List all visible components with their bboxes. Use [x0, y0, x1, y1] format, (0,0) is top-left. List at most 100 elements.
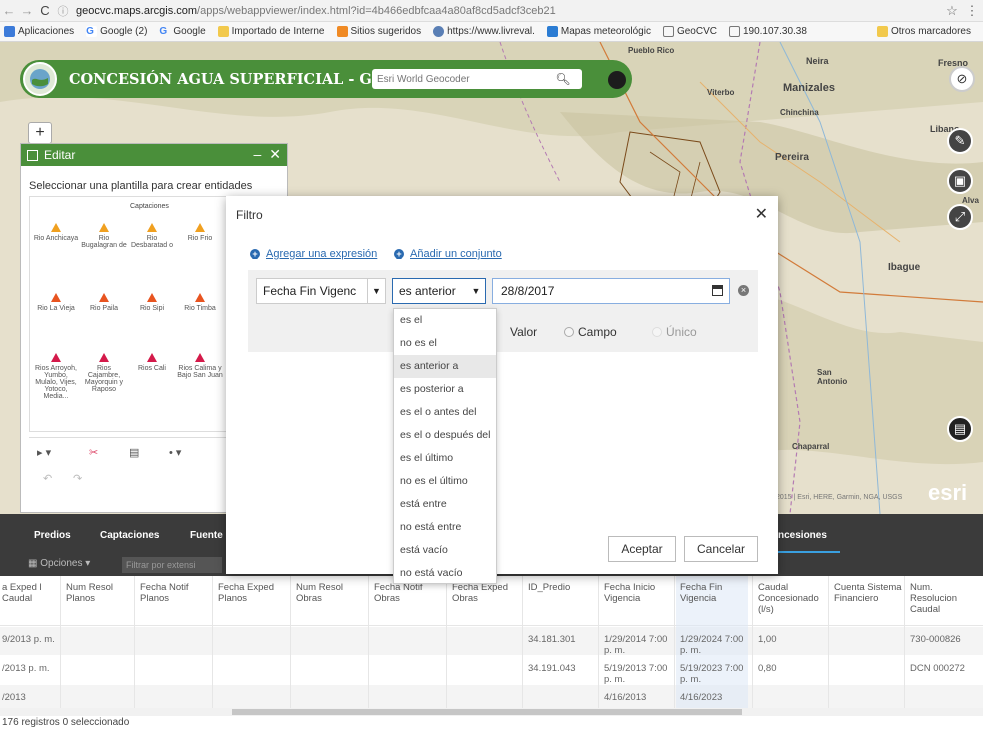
column-header[interactable]: Fecha Fin Vigencia	[680, 582, 750, 604]
scrollbar-thumb[interactable]	[232, 709, 742, 715]
column-header[interactable]: Fecha Inicio Vigencia	[604, 582, 674, 604]
triangle-icon	[51, 353, 61, 362]
calendar-icon[interactable]	[712, 285, 723, 296]
tab-captaciones[interactable]: Captaciones	[100, 530, 159, 541]
close-icon[interactable]: ✕	[755, 204, 768, 224]
table-row[interactable]	[0, 627, 983, 655]
column-header[interactable]: Fecha Exped Planos	[218, 582, 288, 604]
column-header[interactable]: Cuenta Sistema Financiero	[834, 582, 904, 604]
bookmark-ip[interactable]: 190.107.30.38	[728, 26, 807, 37]
layers-icon[interactable]: ▣	[947, 168, 973, 194]
column-header[interactable]: ID_Predio	[528, 582, 598, 593]
redo-icon[interactable]: ↷	[73, 472, 82, 485]
attachment-icon[interactable]: ✂	[89, 446, 98, 459]
template-item[interactable]: Rios Calima y Bajo San Juan	[176, 353, 224, 379]
template-item[interactable]: Rio La Vieja	[32, 293, 80, 312]
column-header[interactable]: Caudal Concesionado (l/s)	[758, 582, 828, 615]
column-header[interactable]: a Exped l Caudal	[2, 582, 72, 604]
add-set-link[interactable]: + Añadir un conjunto	[394, 248, 502, 260]
template-item[interactable]: Rios Arroyoh, Yumbo, Mulalo, Vijes, Yoto…	[32, 353, 80, 400]
bookmark-apps[interactable]: Aplicaciones	[4, 26, 74, 37]
search-icon[interactable]: 🔍︎	[552, 72, 574, 86]
operator-option[interactable]: es el último	[394, 447, 496, 470]
radio-valor[interactable]: Valor	[510, 325, 537, 339]
template-item[interactable]: Rio Frio	[176, 223, 224, 242]
field-select[interactable]: Fecha Fin Vigenc ▼	[256, 278, 386, 304]
operator-option[interactable]: no está entre	[394, 516, 496, 539]
bookmark-livreval[interactable]: https://www.livreval.	[433, 26, 535, 37]
bookmark-weather[interactable]: Mapas meteorológic	[546, 26, 651, 37]
measure-icon[interactable]: ⤢	[947, 204, 973, 230]
tab-fuente[interactable]: Fuente	[190, 530, 223, 541]
hide-eye-icon[interactable]: ⊘	[949, 66, 975, 92]
tab-predios[interactable]: Predios	[34, 530, 71, 541]
edit-pencil-icon[interactable]: ✎	[947, 128, 973, 154]
table-row[interactable]	[0, 685, 983, 708]
table-icon[interactable]: ▤	[947, 416, 973, 442]
triangle-icon	[195, 293, 205, 302]
share-link-icon[interactable]	[608, 71, 626, 89]
horizontal-scrollbar[interactable]	[0, 708, 983, 716]
template-item[interactable]: Rios Cali	[128, 353, 176, 372]
bookmark-others[interactable]: Otros marcadores	[870, 26, 971, 37]
date-input[interactable]: 28/8/2017	[492, 278, 730, 304]
table-row[interactable]	[0, 656, 983, 684]
back-icon[interactable]: ←	[0, 2, 18, 20]
operator-option[interactable]: no es el	[394, 332, 496, 355]
template-item[interactable]: Rio Bugalagran de	[80, 223, 128, 249]
operator-option[interactable]: está entre	[394, 493, 496, 516]
radio-unico[interactable]: Único	[652, 325, 697, 339]
close-icon[interactable]: ✕	[269, 146, 281, 162]
operator-option[interactable]: es el o después del	[394, 424, 496, 447]
column-header[interactable]: Num. Resolucion Caudal	[910, 582, 980, 615]
undo-icon[interactable]: ↶	[43, 472, 52, 485]
column-header[interactable]: Fecha Notif Obras	[374, 582, 444, 604]
operator-option[interactable]: es posterior a	[394, 378, 496, 401]
menu-icon[interactable]: ⋮	[963, 2, 981, 20]
cancel-button[interactable]: Cancelar	[684, 536, 758, 562]
column-divider	[446, 576, 447, 708]
extent-filter[interactable]: Filtrar por extensi	[122, 557, 222, 573]
edit-attributes-icon[interactable]: ▤	[129, 446, 139, 459]
template-item[interactable]: Rio Anchicaya	[32, 223, 80, 242]
bookmark-suggested[interactable]: Sitios sugeridos	[336, 26, 421, 37]
operator-option[interactable]: no está vacío	[394, 562, 496, 585]
operator-option[interactable]: es anterior a	[394, 355, 496, 378]
point-tool-icon[interactable]: • ▾	[169, 446, 181, 459]
template-item[interactable]: Rio Sipi	[128, 293, 176, 312]
accept-button[interactable]: Aceptar	[608, 536, 676, 562]
column-header[interactable]: Fecha Notif Planos	[140, 582, 210, 604]
operator-option[interactable]: es el	[394, 309, 496, 332]
bookmark-geocvc[interactable]: GeoCVC	[662, 26, 717, 37]
forward-icon[interactable]: →	[18, 2, 36, 20]
bookmark-imported[interactable]: Importado de Interne	[217, 26, 325, 37]
minimize-icon[interactable]: –	[253, 146, 261, 162]
column-header[interactable]: Num Resol Planos	[66, 582, 136, 604]
zoom-in-button[interactable]: +	[28, 122, 52, 144]
reload-icon[interactable]: C	[36, 2, 54, 20]
radio-campo[interactable]: Campo	[564, 325, 617, 339]
star-icon[interactable]: ☆	[943, 2, 961, 20]
info-icon[interactable]: ⓘ	[54, 2, 72, 20]
url-text[interactable]: geocvc.maps.arcgis.com/apps/webappviewer…	[76, 5, 556, 17]
operator-option[interactable]: está vacío	[394, 539, 496, 562]
column-header[interactable]: Num Resol Obras	[296, 582, 366, 604]
bookmark-google2[interactable]: G Google (2)	[86, 26, 147, 37]
template-item[interactable]: Rio Paila	[80, 293, 128, 312]
remove-expression-icon[interactable]: ×	[738, 285, 749, 296]
template-item[interactable]: Rio Timba	[176, 293, 224, 312]
geocoder-input[interactable]	[372, 73, 552, 85]
template-label: Rios Cali	[137, 365, 166, 372]
bookmark-google[interactable]: G Google	[159, 26, 205, 37]
operator-select[interactable]: es anterior ▼	[392, 278, 486, 304]
add-expression-link[interactable]: + Agregar una expresión	[250, 248, 377, 260]
tab-concesiones[interactable]: ncesiones	[778, 530, 827, 541]
template-item[interactable]: Rios Cajambre, Mayorquin y Raposo	[80, 353, 128, 393]
column-divider	[752, 576, 753, 708]
select-tool-icon[interactable]: ▸ ▾	[37, 446, 51, 459]
options-button[interactable]: ▦ Opciones ▾	[28, 558, 90, 569]
operator-option[interactable]: no es el último	[394, 470, 496, 493]
column-header[interactable]: Fecha Exped Obras	[452, 582, 522, 604]
operator-option[interactable]: es el o antes del	[394, 401, 496, 424]
template-item[interactable]: Rio Desbaratad o	[128, 223, 176, 249]
